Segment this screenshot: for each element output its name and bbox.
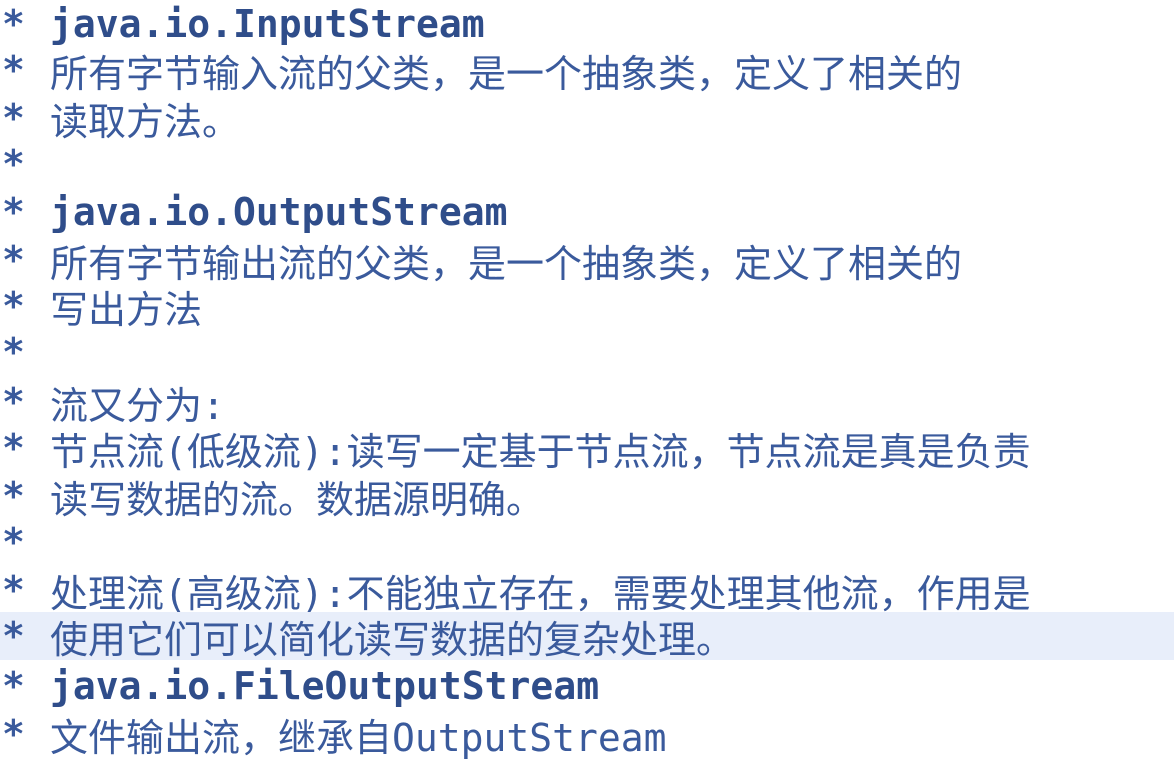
comment-marker: * (2, 284, 25, 328)
comment-line[interactable]: * (0, 140, 1174, 188)
comment-text: 所有字节输入流的父类，是一个抽象类，定义了相关的 (50, 51, 963, 96)
comment-marker: * (2, 142, 25, 186)
comment-line[interactable]: * 节点流(低级流):读写一定基于节点流，节点流是真是负责 (0, 424, 1174, 474)
comment-text: 文件输出流，继承自OutputStream (50, 715, 667, 760)
comment-marker: * (2, 712, 25, 756)
comment-text: 节点流(低级流):读写一定基于节点流，节点流是真是负责 (50, 429, 1031, 474)
comment-line[interactable]: * (0, 518, 1174, 566)
comment-text: java.io.InputStream (50, 2, 485, 46)
comment-text: 读取方法。 (50, 99, 241, 144)
comment-line[interactable]: * java.io.FileOutputStream (0, 662, 1174, 710)
comment-marker: * (2, 96, 25, 140)
comment-marker: * (2, 48, 25, 92)
comment-text: java.io.FileOutputStream (50, 664, 600, 708)
comment-marker: * (2, 520, 25, 564)
comment-line[interactable]: * 文件输出流，继承自OutputStream (0, 710, 1174, 760)
comment-marker: * (2, 238, 25, 282)
comment-marker: * (2, 614, 25, 658)
comment-line[interactable]: * 所有字节输出流的父类，是一个抽象类，定义了相关的 (0, 236, 1174, 286)
comment-text: java.io.OutputStream (50, 190, 508, 234)
comment-line[interactable]: * 所有字节输入流的父类，是一个抽象类，定义了相关的 (0, 46, 1174, 96)
comment-text: 写出方法 (50, 287, 203, 332)
comment-line[interactable]: * java.io.OutputStream (0, 188, 1174, 236)
comment-marker: * (2, 568, 25, 612)
comment-line[interactable]: * 写出方法 (0, 282, 1174, 332)
comment-marker: * (2, 190, 25, 234)
current-line-highlight[interactable]: * 使用它们可以简化读写数据的复杂处理。 (0, 612, 1174, 662)
comment-line[interactable]: * 读写数据的流。数据源明确。 (0, 472, 1174, 522)
comment-line[interactable]: * 读取方法。 (0, 94, 1174, 144)
comment-line[interactable]: * java.io.InputStream (0, 0, 1174, 48)
comment-marker: * (2, 2, 25, 46)
comment-text: 读写数据的流。数据源明确。 (50, 477, 545, 522)
comment-text: 使用它们可以简化读写数据的复杂处理。 (50, 617, 735, 662)
comment-marker: * (2, 474, 25, 518)
code-editor[interactable]: * java.io.InputStream * 所有字节输入流的父类，是一个抽象… (0, 0, 1174, 760)
comment-marker: * (2, 426, 25, 470)
comment-line[interactable]: * 处理流(高级流):不能独立存在，需要处理其他流，作用是 (0, 566, 1174, 616)
comment-line[interactable]: * (0, 328, 1174, 376)
comment-marker: * (2, 380, 25, 424)
comment-line[interactable]: * 流又分为: (0, 378, 1174, 428)
comment-marker: * (2, 664, 25, 708)
comment-marker: * (2, 330, 25, 374)
